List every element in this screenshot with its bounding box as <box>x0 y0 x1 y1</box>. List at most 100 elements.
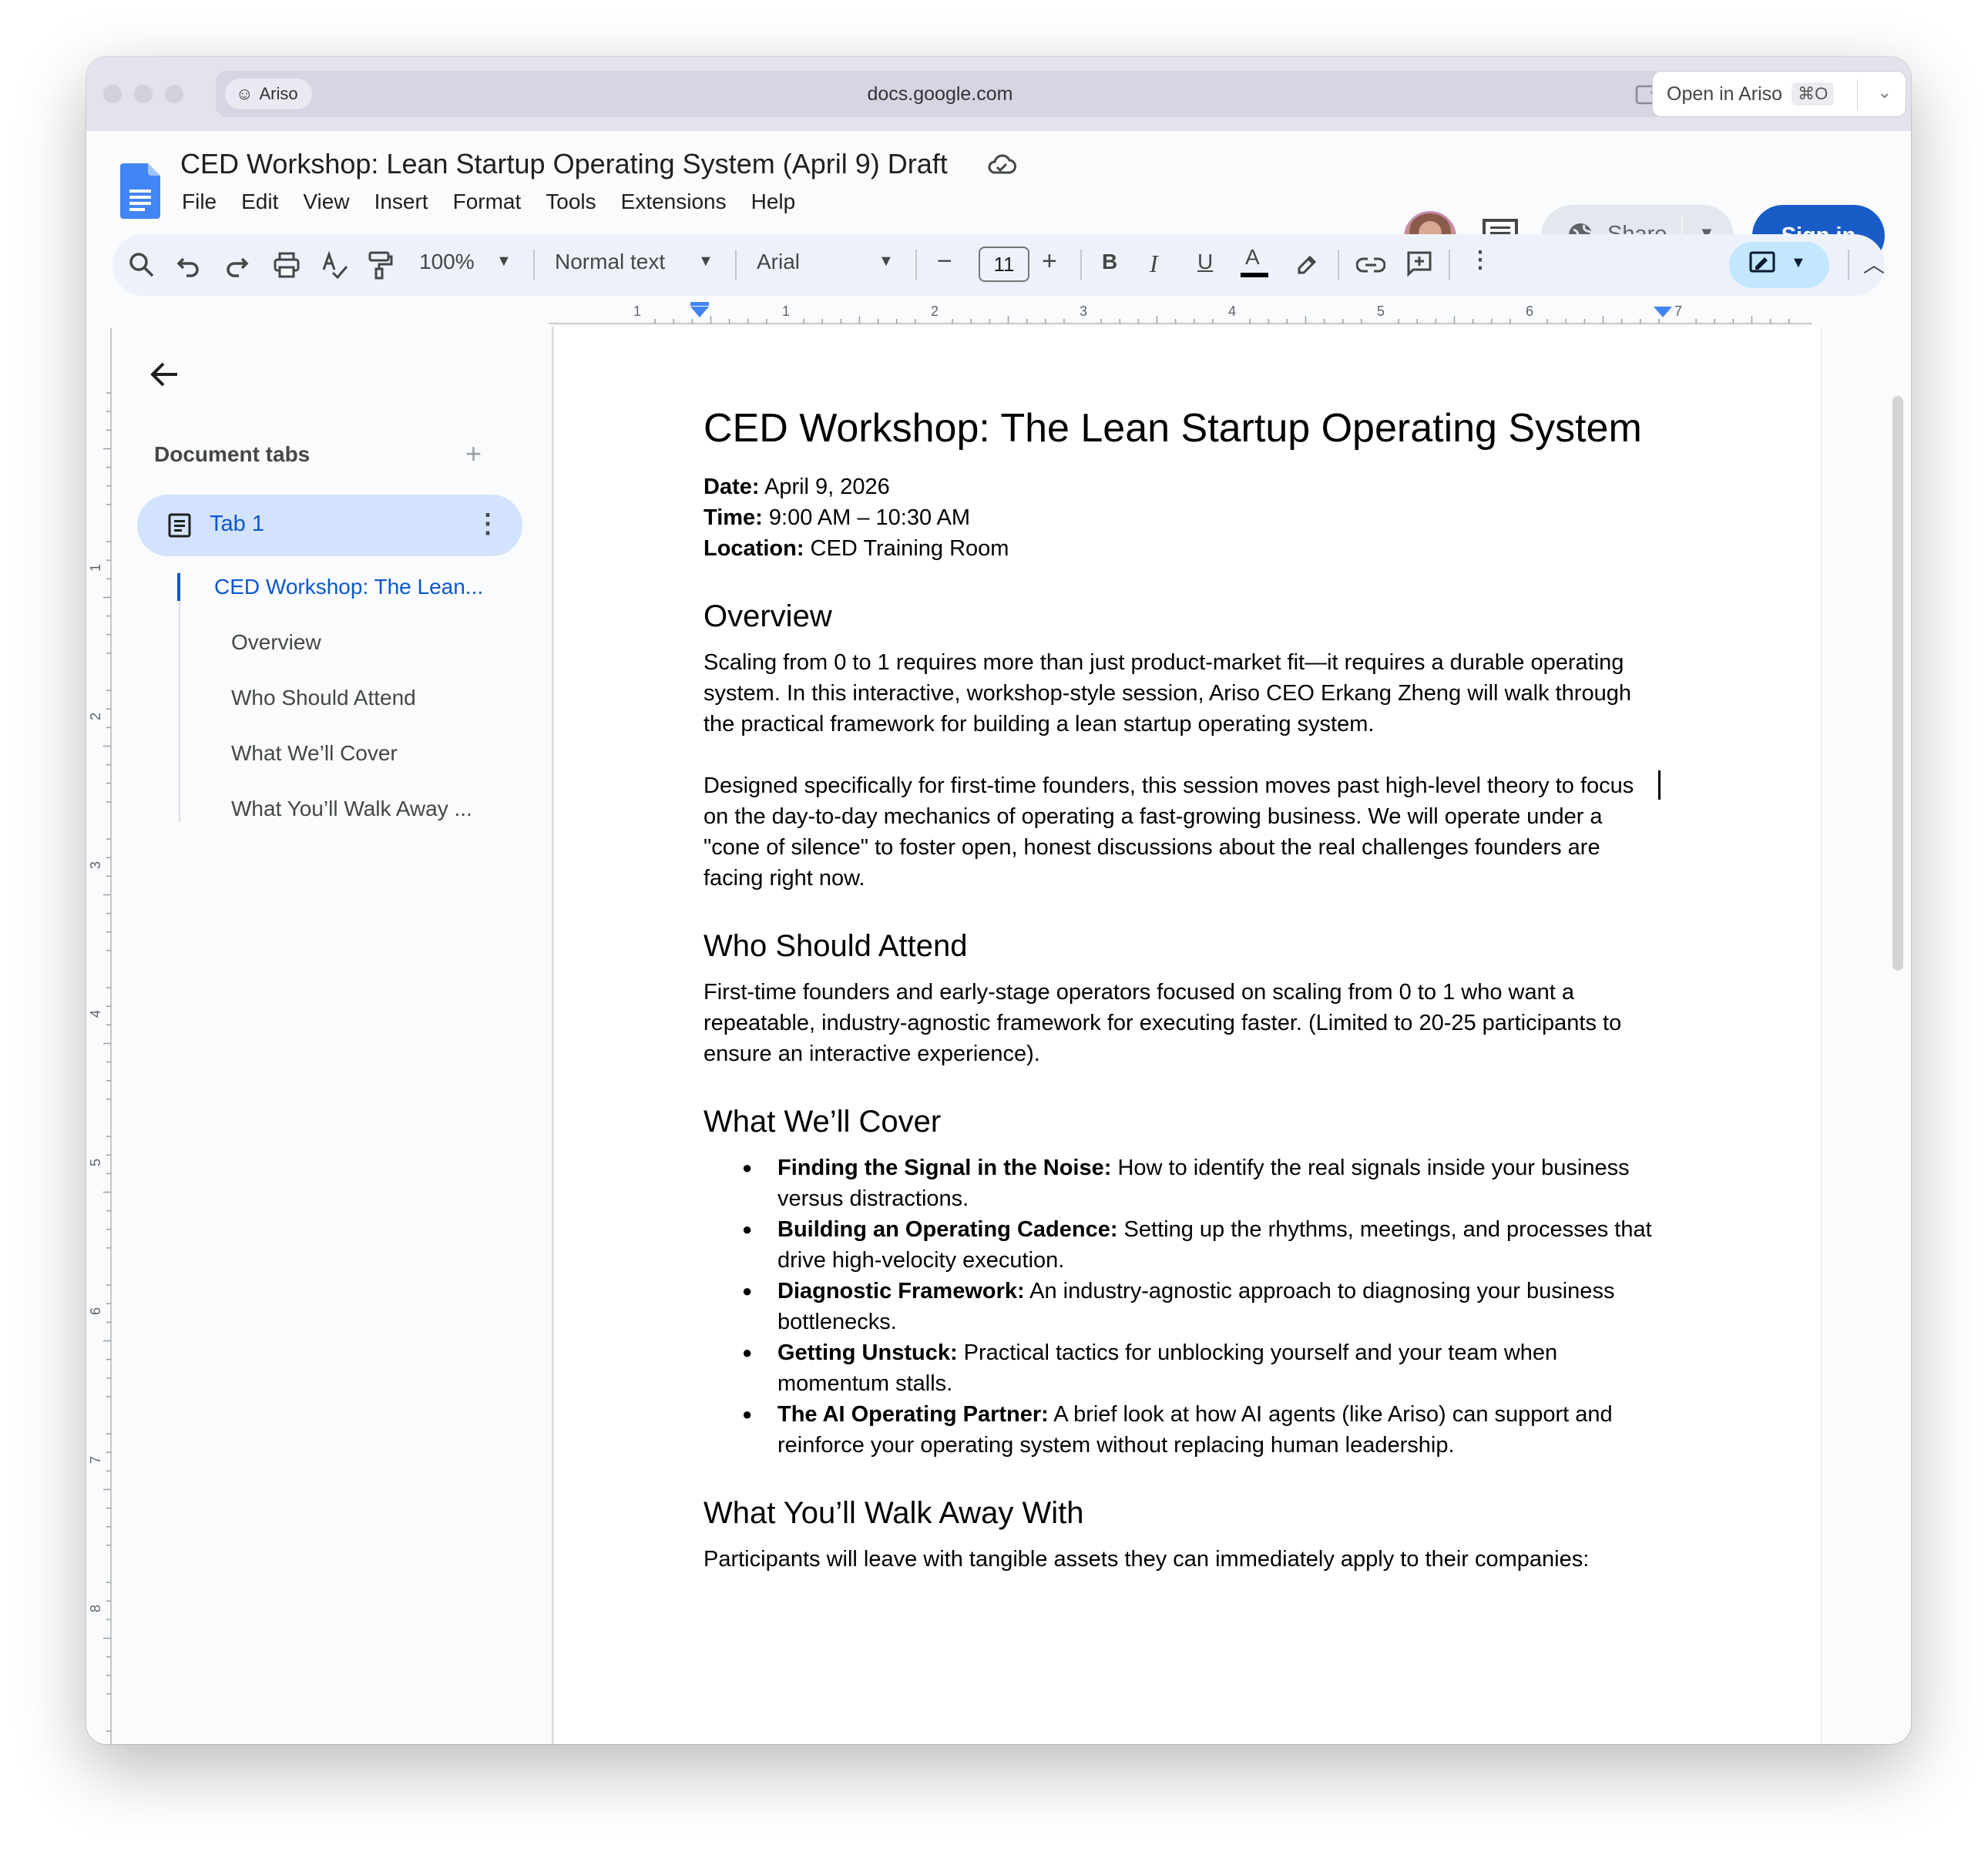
divider <box>915 250 917 280</box>
caret-down-icon: ▼ <box>1791 254 1806 271</box>
meta-value: CED Training Room <box>804 536 1009 561</box>
document-icon <box>168 513 191 538</box>
divider <box>1857 79 1858 110</box>
horizontal-ruler[interactable]: 1 1 2 3 4 5 6 7 <box>549 302 1812 325</box>
meta-location: Location: CED Training Room <box>704 533 1659 564</box>
document-heading: CED Workshop: The Lean Startup Operating… <box>704 406 1642 451</box>
open-in-ariso-button[interactable]: Open in Ariso ⌘O ⌄ <box>1652 71 1906 117</box>
minimize-window-button[interactable] <box>134 85 153 103</box>
list-item-lead: Diagnostic Framework: <box>777 1279 1025 1303</box>
bold-button[interactable]: B <box>1102 250 1117 274</box>
paint-format-icon[interactable] <box>367 250 395 280</box>
browser-window: ☺ Ariso docs.google.com Open in Ariso ⌘O… <box>86 57 1911 1744</box>
back-arrow-icon[interactable] <box>148 357 182 391</box>
menu-insert[interactable]: Insert <box>374 190 428 214</box>
print-icon[interactable] <box>273 251 301 279</box>
highlight-color-icon[interactable] <box>1295 251 1319 276</box>
menu-edit[interactable]: Edit <box>241 190 278 214</box>
text-color-swatch <box>1241 273 1268 277</box>
list-item: Building an Operating Cadence: Setting u… <box>742 1214 1659 1276</box>
ruler-label: 4 <box>1228 304 1236 319</box>
ruler-label: 3 <box>1080 304 1087 319</box>
tab-options-icon[interactable]: ⋮ <box>475 508 501 539</box>
editing-mode-button[interactable]: ▼ <box>1729 242 1829 288</box>
ruler-label: 2 <box>88 713 103 720</box>
meta-label: Location: <box>704 536 804 561</box>
caret-down-icon[interactable]: ▼ <box>698 253 714 270</box>
divider <box>533 250 535 280</box>
menu-file[interactable]: File <box>182 190 217 214</box>
add-comment-icon[interactable] <box>1405 250 1433 277</box>
menu-help[interactable]: Help <box>751 190 796 214</box>
browser-titlebar: ☺ Ariso docs.google.com Open in Ariso ⌘O… <box>86 57 1911 132</box>
attend-paragraph: First-time founders and early-stage oper… <box>704 980 1622 1066</box>
collapse-toolbar-icon[interactable]: ︿ <box>1863 248 1885 279</box>
caret-down-icon[interactable]: ▼ <box>496 253 512 270</box>
document-title[interactable]: CED Workshop: Lean Startup Operating Sys… <box>180 148 948 180</box>
vertical-ruler[interactable]: 123456789 <box>86 328 112 1744</box>
list-item-lead: Getting Unstuck: <box>777 1340 958 1365</box>
font-select[interactable]: Arial <box>757 250 800 274</box>
spellcheck-icon[interactable] <box>321 251 348 279</box>
decrease-font-size-button[interactable]: − <box>937 247 952 277</box>
google-docs-logo-icon[interactable] <box>120 163 160 219</box>
address-bar[interactable]: ☺ Ariso docs.google.com <box>216 71 1693 117</box>
insert-link-icon[interactable] <box>1356 254 1385 276</box>
outline-item-title[interactable]: CED Workshop: The Lean... <box>214 575 483 599</box>
edit-pencil-icon <box>1749 251 1775 273</box>
divider <box>1848 250 1849 280</box>
text-cursor <box>1658 770 1661 800</box>
menu-tools[interactable]: Tools <box>546 190 596 214</box>
outline-item-what-well-cover[interactable]: What We’ll Cover <box>231 741 398 766</box>
document-body[interactable]: CED Workshop: The Lean Startup Operating… <box>704 401 1659 1575</box>
ruler-label: 6 <box>88 1307 103 1315</box>
ruler-label: 1 <box>88 564 103 572</box>
more-options-icon[interactable]: ⋮ <box>1469 247 1492 273</box>
meta-label: Time: <box>704 505 763 530</box>
add-tab-button[interactable]: + <box>465 438 482 470</box>
divider <box>1080 250 1082 280</box>
overview-paragraph-2: Designed specifically for first-time fou… <box>704 773 1634 891</box>
outline-item-who-should-attend[interactable]: Who Should Attend <box>231 686 416 710</box>
meta-value: 9:00 AM – 10:30 AM <box>762 505 971 530</box>
menu-format[interactable]: Format <box>453 190 522 214</box>
text-color-button[interactable]: A <box>1241 245 1268 277</box>
zoom-window-button[interactable] <box>165 85 183 103</box>
zoom-select[interactable]: 100% <box>419 250 475 274</box>
meta-time: Time: 9:00 AM – 10:30 AM <box>704 502 1659 533</box>
left-indent-marker[interactable] <box>690 307 709 317</box>
first-line-indent-marker[interactable] <box>690 302 709 306</box>
undo-icon[interactable] <box>176 253 202 277</box>
right-indent-marker[interactable] <box>1654 307 1672 317</box>
close-window-button[interactable] <box>103 85 122 103</box>
outline-item-overview[interactable]: Overview <box>231 630 321 655</box>
section-heading-overview: Overview <box>704 599 832 633</box>
redo-icon[interactable] <box>223 253 250 277</box>
italic-button[interactable]: I <box>1150 250 1158 278</box>
style-select[interactable]: Normal text <box>555 250 665 274</box>
search-icon[interactable] <box>128 251 156 279</box>
underline-button[interactable]: U <box>1197 250 1213 274</box>
tab-label: Tab 1 <box>210 512 264 536</box>
increase-font-size-button[interactable]: + <box>1042 247 1057 277</box>
cover-list: Finding the Signal in the Noise: How to … <box>704 1152 1659 1461</box>
sidebar-tab-1[interactable]: Tab 1 ⋮ <box>137 495 522 556</box>
meta-value: April 9, 2026 <box>759 475 890 499</box>
outline-item-walk-away[interactable]: What You’ll Walk Away ... <box>231 797 472 821</box>
url-text: docs.google.com <box>867 83 1013 105</box>
section-heading-walk-away: What You’ll Walk Away With <box>704 1496 1084 1530</box>
menu-extensions[interactable]: Extensions <box>621 190 727 214</box>
font-size-input[interactable]: 11 <box>979 247 1029 282</box>
caret-down-icon[interactable]: ▼ <box>878 253 894 270</box>
ruler-label: 8 <box>88 1605 103 1612</box>
document-page[interactable]: CED Workshop: The Lean Startup Operating… <box>553 327 1822 1744</box>
menu-view[interactable]: View <box>303 190 349 214</box>
vertical-scrollbar[interactable] <box>1892 396 1903 971</box>
cloud-saved-icon[interactable] <box>986 149 1017 180</box>
ruler-label: 1 <box>633 304 641 319</box>
ruler-label: 5 <box>88 1159 103 1166</box>
chevron-down-icon[interactable]: ⌄ <box>1878 82 1892 102</box>
divider <box>1449 250 1450 280</box>
list-item-lead: Building an Operating Cadence: <box>777 1217 1118 1242</box>
list-item: Diagnostic Framework: An industry-agnost… <box>742 1276 1659 1337</box>
